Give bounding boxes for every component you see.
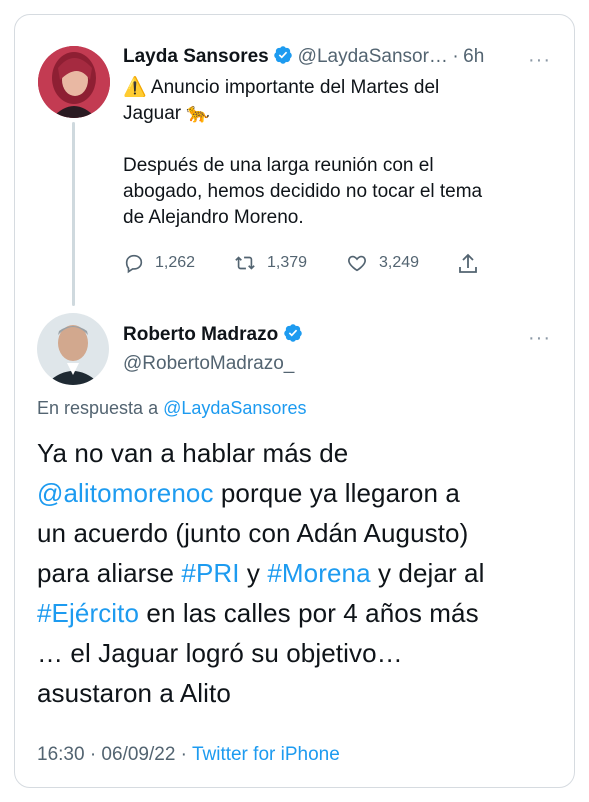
- tweet1-para-line2: abogado, hemos decidido no tocar el tema: [123, 181, 483, 202]
- tweet2-more-icon[interactable]: ···: [528, 328, 551, 348]
- reply-button[interactable]: 1,262: [123, 252, 195, 274]
- share-icon: [459, 253, 477, 273]
- like-icon: [348, 255, 366, 272]
- warning-icon: ⚠️: [123, 77, 147, 98]
- tweet1-separator: ·: [452, 46, 459, 67]
- like-button[interactable]: 3,249: [345, 252, 419, 274]
- avatar-madrazo-image: [37, 313, 109, 385]
- tweet1-body: ⚠️ Anuncio importante del Martes del Jag…: [123, 75, 543, 231]
- hashtag-ejercito[interactable]: #Ejército: [37, 598, 139, 628]
- tweet1-line1: ⚠️ Anuncio importante del Martes del: [123, 77, 440, 98]
- verified-badge-icon: [274, 46, 292, 64]
- tweet1-para-line1: Después de una larga reunión con el: [123, 155, 434, 176]
- tweet2-handle[interactable]: @RobertoMadrazo_: [123, 353, 294, 375]
- tweet2-footer: 16:30 · 06/09/22 · Twitter for iPhone: [37, 744, 340, 766]
- mention-alitomorenoc[interactable]: @alitomorenoc: [37, 478, 214, 508]
- share-button[interactable]: [456, 252, 480, 276]
- avatar-layda[interactable]: [38, 46, 110, 118]
- retweet-button[interactable]: 1,379: [233, 252, 307, 274]
- tweet2-timestamp[interactable]: 16:30 · 06/09/22 ·: [37, 744, 187, 765]
- hashtag-morena[interactable]: #Morena: [267, 558, 370, 588]
- verified-badge-icon: [283, 324, 302, 342]
- hashtag-pri[interactable]: #PRI: [181, 558, 239, 588]
- tweet1-para-line3: de Alejandro Moreno.: [123, 207, 304, 228]
- avatar-madrazo[interactable]: [37, 313, 109, 385]
- tweet1-line2: Jaguar 🐆: [123, 103, 211, 124]
- thread-connector: [72, 122, 75, 306]
- reply-to-link[interactable]: @LaydaSansores: [163, 398, 306, 418]
- tweet1-time[interactable]: 6h: [463, 46, 484, 67]
- tweet2-body: Ya no van a hablar más de @alitomorenoc …: [37, 438, 485, 708]
- tweet2-author-name[interactable]: Roberto Madrazo: [123, 324, 278, 345]
- tweet1-handle[interactable]: @LaydaSansor…: [298, 46, 448, 67]
- like-count: 3,249: [379, 254, 420, 271]
- retweet-count: 1,379: [267, 254, 308, 271]
- retweet-icon: [235, 256, 255, 270]
- tweet1-author-name[interactable]: Layda Sansores: [123, 46, 269, 67]
- tweet1-actions: 1,262 1,379 3,249: [123, 252, 483, 276]
- avatar-layda-image: [38, 46, 110, 118]
- reply-icon: [125, 254, 143, 274]
- tweet2-header: Roberto Madrazo: [123, 323, 303, 346]
- reply-count: 1,262: [155, 254, 196, 271]
- tweet1-more-icon[interactable]: ···: [528, 50, 551, 70]
- tweet2-source[interactable]: Twitter for iPhone: [192, 744, 340, 765]
- reply-context: En respuesta a @LaydaSansores: [37, 398, 307, 418]
- tweet1-header: Layda Sansores @LaydaSansor… · 6h: [123, 45, 484, 68]
- jaguar-icon: 🐆: [186, 103, 211, 124]
